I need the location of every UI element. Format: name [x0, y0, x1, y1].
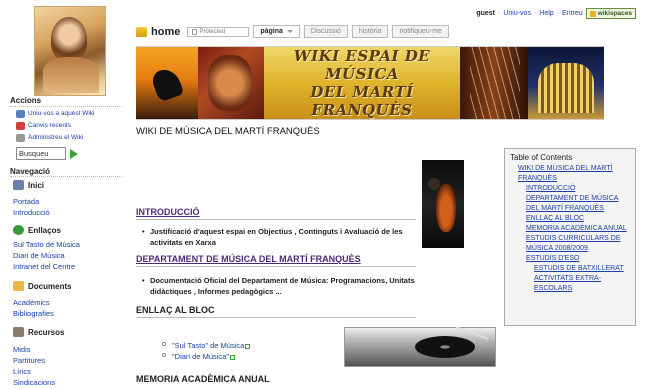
tab-historia[interactable]: història	[351, 25, 389, 38]
lock-icon	[192, 28, 198, 35]
double-bass-image	[422, 160, 464, 248]
external-link-icon	[230, 354, 236, 360]
blog-link-sul-tasto[interactable]: "Sul Tasto" de Música	[162, 341, 251, 350]
page-title: home	[151, 25, 181, 38]
banner-dancer-image	[136, 47, 198, 119]
banner-title-panel: WIKI ESPAI DE MÚSICA DEL MARTÍ FRANQUÈS	[264, 47, 460, 119]
section-heading-enllac: ENLLAÇ AL BLOC	[136, 305, 215, 315]
sidebar-link-bibliografies[interactable]: Bibliografies	[13, 309, 54, 318]
wiki-logo-image[interactable]	[34, 6, 106, 96]
blog-link-diari[interactable]: "Diari de Música"	[162, 352, 236, 361]
toc-link-activitats[interactable]: ACTIVITATS EXTRA-ESCOLARS	[534, 274, 630, 294]
header-banner: WIKI ESPAI DE MÚSICA DEL MARTÍ FRANQUÈS	[136, 46, 604, 120]
section-heading-introduccio[interactable]: INTRODUCCIÓ	[136, 207, 200, 217]
sign-in-link[interactable]: Entreu	[562, 10, 583, 17]
list-item: Justificació d'aquest espai en Objectius…	[142, 226, 420, 248]
toc-link-enllac[interactable]: ENLLAÇ AL BLOC	[526, 214, 630, 224]
toc-link-estudis-curriculars[interactable]: ESTUDIS CURRICULARS DE MÚSICA 2008/2009	[526, 234, 630, 254]
sidebar-link-partitures[interactable]: Partitures	[13, 356, 45, 365]
actions-heading: Accions	[10, 96, 42, 105]
divider	[136, 219, 416, 220]
divider	[10, 106, 122, 107]
page-toolbar: home Protected pàgina Discussió història…	[136, 25, 449, 38]
tools-icon	[13, 327, 24, 337]
external-link-icon	[245, 343, 251, 349]
nav-group-title: Documents	[28, 281, 72, 291]
wikispaces-label: wikispaces	[597, 10, 632, 17]
admin-icon	[16, 134, 25, 142]
username: guest	[476, 10, 495, 17]
banner-instrument-image	[198, 47, 264, 119]
nav-group-documents: Documents	[13, 281, 72, 291]
join-link[interactable]: Uniu-vos	[503, 10, 531, 17]
sidebar-link-sul-tasto[interactable]: Sul Tasto de Música	[13, 240, 80, 249]
page-icon	[136, 26, 147, 37]
sidebar-link-portada[interactable]: Portada	[13, 197, 39, 206]
tab-discussio[interactable]: Discussió	[303, 25, 348, 38]
folder-icon	[13, 281, 24, 291]
calendar-icon	[16, 122, 25, 130]
wikispaces-icon	[589, 10, 596, 17]
top-user-nav: guest · Uniu-vos · Help · Entreu wikispa…	[476, 8, 636, 19]
home-icon	[13, 180, 24, 190]
chevron-down-icon	[286, 29, 293, 33]
banner-violin-image	[460, 47, 528, 119]
wikispaces-button[interactable]: wikispaces	[585, 8, 636, 19]
sidebar-link-lirics[interactable]: Lírics	[13, 367, 31, 376]
divider	[136, 317, 416, 318]
sidebar-link-introduccio[interactable]: Introducció	[13, 208, 50, 217]
toc-title: Table of Contents	[510, 153, 573, 162]
refresh-icon	[13, 225, 24, 235]
section-heading-memoria: MEMORIA ACADÈMICA ANUAL	[136, 374, 270, 384]
toc-link-batxillerat[interactable]: ESTUDIS DE BATXILLERAT	[534, 264, 630, 274]
sidebar-link-academics[interactable]: Acadèmics	[13, 298, 50, 307]
search-go-icon[interactable]	[70, 149, 78, 159]
nav-group-inici: Inici	[13, 180, 44, 190]
divider	[136, 266, 416, 267]
sidebar: Accions Uniu-vos a aquest Wiki Canvis re…	[0, 0, 130, 389]
sidebar-action-recent-changes[interactable]: Canvis recents	[28, 122, 71, 129]
tab-notifiqueu-me[interactable]: notifiqueu-me	[392, 25, 449, 38]
tab-pagina[interactable]: pàgina	[253, 25, 300, 38]
banner-building-image	[528, 47, 604, 119]
toc-link-departament[interactable]: DEPARTAMENT DE MÚSICA DEL MARTÍ FRANQUÈS	[526, 194, 630, 214]
table-of-contents: Table of Contents WIKI DE MÚSICA DEL MAR…	[504, 148, 636, 326]
turntable-image	[344, 326, 496, 367]
sidebar-action-join[interactable]: Uniu-vos a aquest Wiki	[28, 110, 94, 117]
toc-link-wiki[interactable]: WIKI DE MÚSICA DEL MARTÍ FRANQUÈS	[518, 164, 630, 184]
sidebar-link-diari[interactable]: Diari de Música	[13, 251, 65, 260]
divider	[10, 176, 122, 177]
list-item: Documentació Oficial del Departament de …	[142, 275, 420, 297]
sidebar-link-midis[interactable]: Midis	[13, 345, 31, 354]
toc-link-memoria[interactable]: MEMORIA ACADÈMICA ANUAL	[526, 224, 630, 234]
help-link[interactable]: Help	[539, 10, 553, 17]
nav-group-enllacos: Enllaços	[13, 225, 61, 235]
search-input[interactable]	[16, 147, 66, 160]
toc-link-estudis-eso[interactable]: ESTUDIS D'ESO	[526, 254, 630, 264]
protected-badge: Protected	[187, 26, 250, 37]
nav-group-recursos: Recursos	[13, 327, 64, 337]
nav-group-title: Inici	[28, 180, 45, 190]
sidebar-action-admin[interactable]: Administreu el Wiki	[28, 134, 83, 141]
banner-title: WIKI ESPAI DE MÚSICA DEL MARTÍ FRANQUÈS	[293, 47, 431, 119]
user-add-icon	[16, 110, 25, 118]
protected-label: Protected	[199, 28, 226, 35]
toc-link-introduccio[interactable]: INTRODUCCIÓ	[526, 184, 630, 194]
sidebar-link-intranet[interactable]: Intranet del Centre	[13, 262, 75, 271]
nav-group-title: Recursos	[28, 327, 65, 337]
main-content: WIKI DE MÚSICA DEL MARTÍ FRANQUÈS INTROD…	[136, 120, 500, 389]
sidebar-link-sindicacions[interactable]: Sindicacions	[13, 378, 55, 387]
navigation-heading: Navegació	[10, 167, 51, 176]
nav-group-title: Enllaços	[28, 225, 61, 235]
content-title: WIKI DE MÚSICA DEL MARTÍ FRANQUÈS	[136, 126, 320, 137]
section-heading-departament[interactable]: DEPARTAMENT DE MÚSICA DEL MARTÍ FRANQUÈS	[136, 254, 361, 264]
